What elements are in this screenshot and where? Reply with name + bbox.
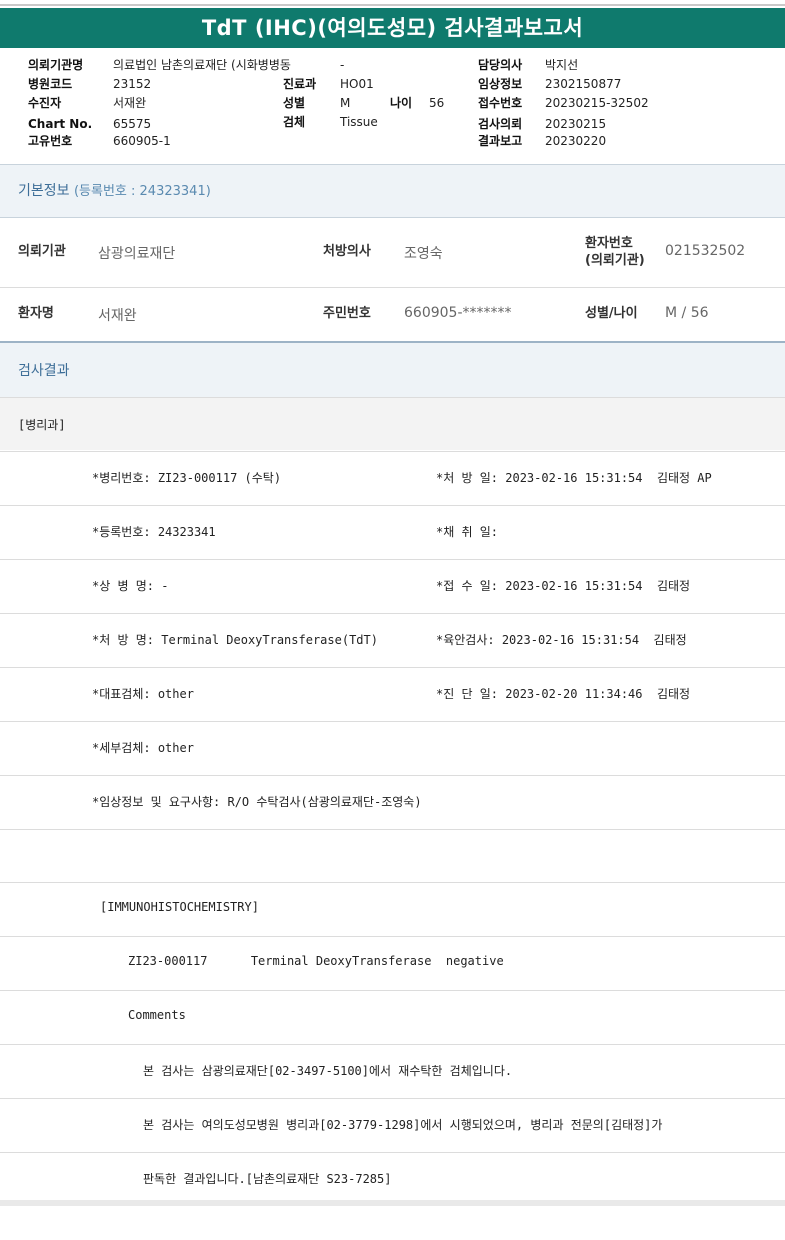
diagnosis-name: *상 병 명: - <box>92 579 169 593</box>
dept-label: [병리과] <box>18 418 66 432</box>
patient-value: 서재완 <box>113 96 147 110</box>
representative-specimen: *대표검체: other <box>92 687 194 701</box>
comments-label: Comments <box>128 1008 186 1022</box>
resident-no-label: 주민번호 <box>323 306 371 321</box>
age-label: 나이 <box>390 96 413 110</box>
dept-band: [병리과] <box>0 398 785 450</box>
unique-no-value: 660905-1 <box>113 134 171 148</box>
sex-value: M <box>340 96 351 110</box>
chart-no-label: Chart No. <box>28 117 93 131</box>
specimen-value: Tissue <box>340 115 378 129</box>
divider <box>0 775 785 776</box>
hospital-code-label: 병원코드 <box>28 77 73 91</box>
institution-value: 의료법인 남촌의료재단 (시화병병동 <box>113 58 291 72</box>
doctor-label: 담당의사 <box>478 58 523 72</box>
patient-name-label: 환자명 <box>18 306 54 321</box>
request-date-value: 20230215 <box>545 117 607 131</box>
divider <box>0 1044 785 1045</box>
prescriber-label: 처방의사 <box>323 244 371 259</box>
divider <box>0 829 785 830</box>
basic-info-header: 기본정보 (등록번호 : 24323341) <box>0 165 785 217</box>
divider <box>0 451 785 452</box>
institution-label: 의뢰기관 <box>18 244 66 259</box>
divider <box>0 505 785 506</box>
clinical-request: *임상정보 및 요구사항: R/O 수탁검사(삼광의료재단-조영숙) <box>92 795 422 809</box>
divider <box>0 217 785 218</box>
unique-no-label: 고유번호 <box>28 134 73 148</box>
divider <box>0 613 785 614</box>
detail-specimen: *세부검체: other <box>92 741 194 755</box>
comment-line: 판독한 결과입니다.[남촌의료재단 S23-7285] <box>143 1172 392 1186</box>
doctor-value: 박지선 <box>545 58 579 72</box>
divider <box>0 559 785 560</box>
diagnosis-date: *진 단 일: 2023-02-20 11:34:46 김태정 <box>436 687 691 701</box>
bottom-border <box>0 1200 785 1206</box>
divider <box>0 882 785 883</box>
prescriber-value: 조영숙 <box>404 246 443 262</box>
divider <box>0 1098 785 1099</box>
age-value: 56 <box>429 96 445 110</box>
ihc-result-line: ZI23-000117 Terminal DeoxyTransferase ne… <box>128 954 504 968</box>
collection-date: *채 취 일: <box>436 525 499 539</box>
clinical-info-value: 2302150877 <box>545 77 622 91</box>
gross-exam-date: *육안검사: 2023-02-16 15:31:54 김태정 <box>436 633 687 647</box>
dept-value: HO01 <box>340 77 374 91</box>
divider <box>0 721 785 722</box>
ward-value: - <box>340 58 345 72</box>
comment-line: 본 검사는 여의도성모병원 병리과[02-3779-1298]에서 시행되었으며… <box>143 1118 663 1132</box>
sex-label: 성별 <box>283 96 306 110</box>
patient-no-label-line2: (의뢰기관) <box>585 253 645 268</box>
top-border-line <box>0 4 785 6</box>
patient-label: 수진자 <box>28 96 62 110</box>
receipt-date: *접 수 일: 2023-02-16 15:31:54 김태정 <box>436 579 691 593</box>
patient-no-label-line1: 환자번호 <box>585 236 633 251</box>
divider <box>0 287 785 288</box>
basic-info-title-text: 기본정보 <box>18 183 70 199</box>
registration-number: (등록번호 : 24323341) <box>73 184 211 199</box>
hospital-code-value: 23152 <box>113 77 152 91</box>
divider <box>0 990 785 991</box>
chart-no-value: 65575 <box>113 117 152 131</box>
basic-info-title: 기본정보 (등록번호 : 24323341) <box>18 180 211 200</box>
sex-age-label: 성별/나이 <box>585 306 638 321</box>
institution-value: 삼광의료재단 <box>98 246 176 262</box>
institution-label: 의뢰기관명 <box>28 58 84 72</box>
request-date-label: 검사의뢰 <box>478 117 523 131</box>
report-date-label: 결과보고 <box>478 134 523 148</box>
pathology-no: *병리번호: ZI23-000117 (수탁) <box>92 471 282 485</box>
specimen-label: 검체 <box>283 115 306 129</box>
divider <box>0 936 785 937</box>
patient-no-label: 환자번호 (의뢰기관) <box>585 235 645 269</box>
prescription-date: *처 방 일: 2023-02-16 15:31:54 김태정 AP <box>436 471 712 485</box>
report-title: TdT (IHC)(여의도성모) 검사결과보고서 <box>0 8 785 48</box>
results-header: 검사결과 <box>0 343 785 397</box>
sex-age-value: M / 56 <box>665 305 709 321</box>
clinical-info-label: 임상정보 <box>478 77 523 91</box>
results-title: 검사결과 <box>18 363 70 379</box>
divider <box>0 667 785 668</box>
comment-line: 본 검사는 삼광의료재단[02-3497-5100]에서 재수탁한 검체입니다. <box>143 1064 513 1078</box>
registration-no: *등록번호: 24323341 <box>92 525 216 539</box>
receipt-no-value: 20230215-32502 <box>545 96 649 110</box>
patient-name-value: 서재완 <box>98 308 137 324</box>
dept-label: 진료과 <box>283 77 317 91</box>
divider <box>0 1152 785 1153</box>
receipt-no-label: 접수번호 <box>478 96 523 110</box>
ihc-heading: [IMMUNOHISTOCHEMISTRY] <box>100 900 259 914</box>
patient-no-value: 021532502 <box>665 243 746 259</box>
prescription-name: *처 방 명: Terminal DeoxyTransferase(TdT) <box>92 633 378 647</box>
resident-no-value: 660905-******* <box>404 305 512 321</box>
report-date-value: 20230220 <box>545 134 607 148</box>
